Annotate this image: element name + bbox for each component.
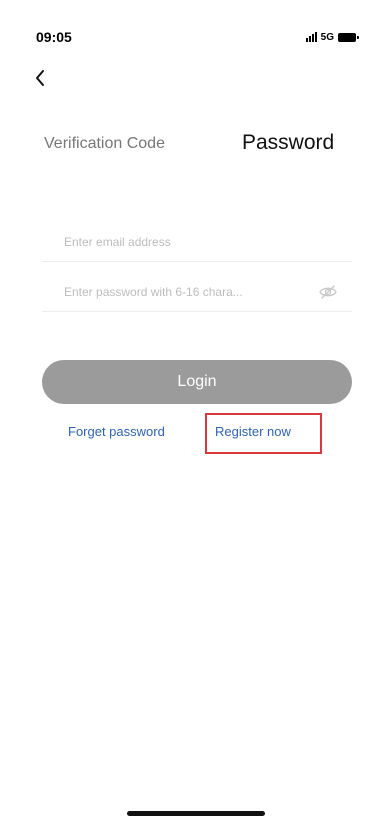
tab-password[interactable]: Password bbox=[242, 131, 334, 155]
home-indicator[interactable] bbox=[127, 811, 265, 816]
forget-password-link[interactable]: Forget password bbox=[68, 424, 165, 439]
password-input[interactable] bbox=[64, 280, 304, 304]
tab-verification-code[interactable]: Verification Code bbox=[44, 135, 165, 153]
signal-icon bbox=[305, 32, 317, 42]
chevron-left-icon bbox=[36, 70, 44, 86]
register-now-link[interactable]: Register now bbox=[215, 424, 291, 439]
login-button[interactable]: Login bbox=[42, 360, 352, 404]
network-label: 5G bbox=[320, 31, 334, 43]
eye-off-icon bbox=[319, 285, 337, 299]
status-bar: 09:05 5G bbox=[0, 0, 374, 50]
login-screen: 09:05 5G Verification Code Password Ente… bbox=[0, 0, 374, 816]
password-field bbox=[42, 272, 352, 312]
battery-icon bbox=[338, 32, 359, 42]
back-button[interactable] bbox=[28, 66, 52, 90]
status-indicators: 5G bbox=[305, 30, 359, 44]
email-field bbox=[42, 222, 352, 262]
status-time: 09:05 bbox=[36, 29, 72, 45]
password-visibility-toggle[interactable] bbox=[318, 283, 338, 301]
email-input[interactable] bbox=[64, 230, 304, 254]
